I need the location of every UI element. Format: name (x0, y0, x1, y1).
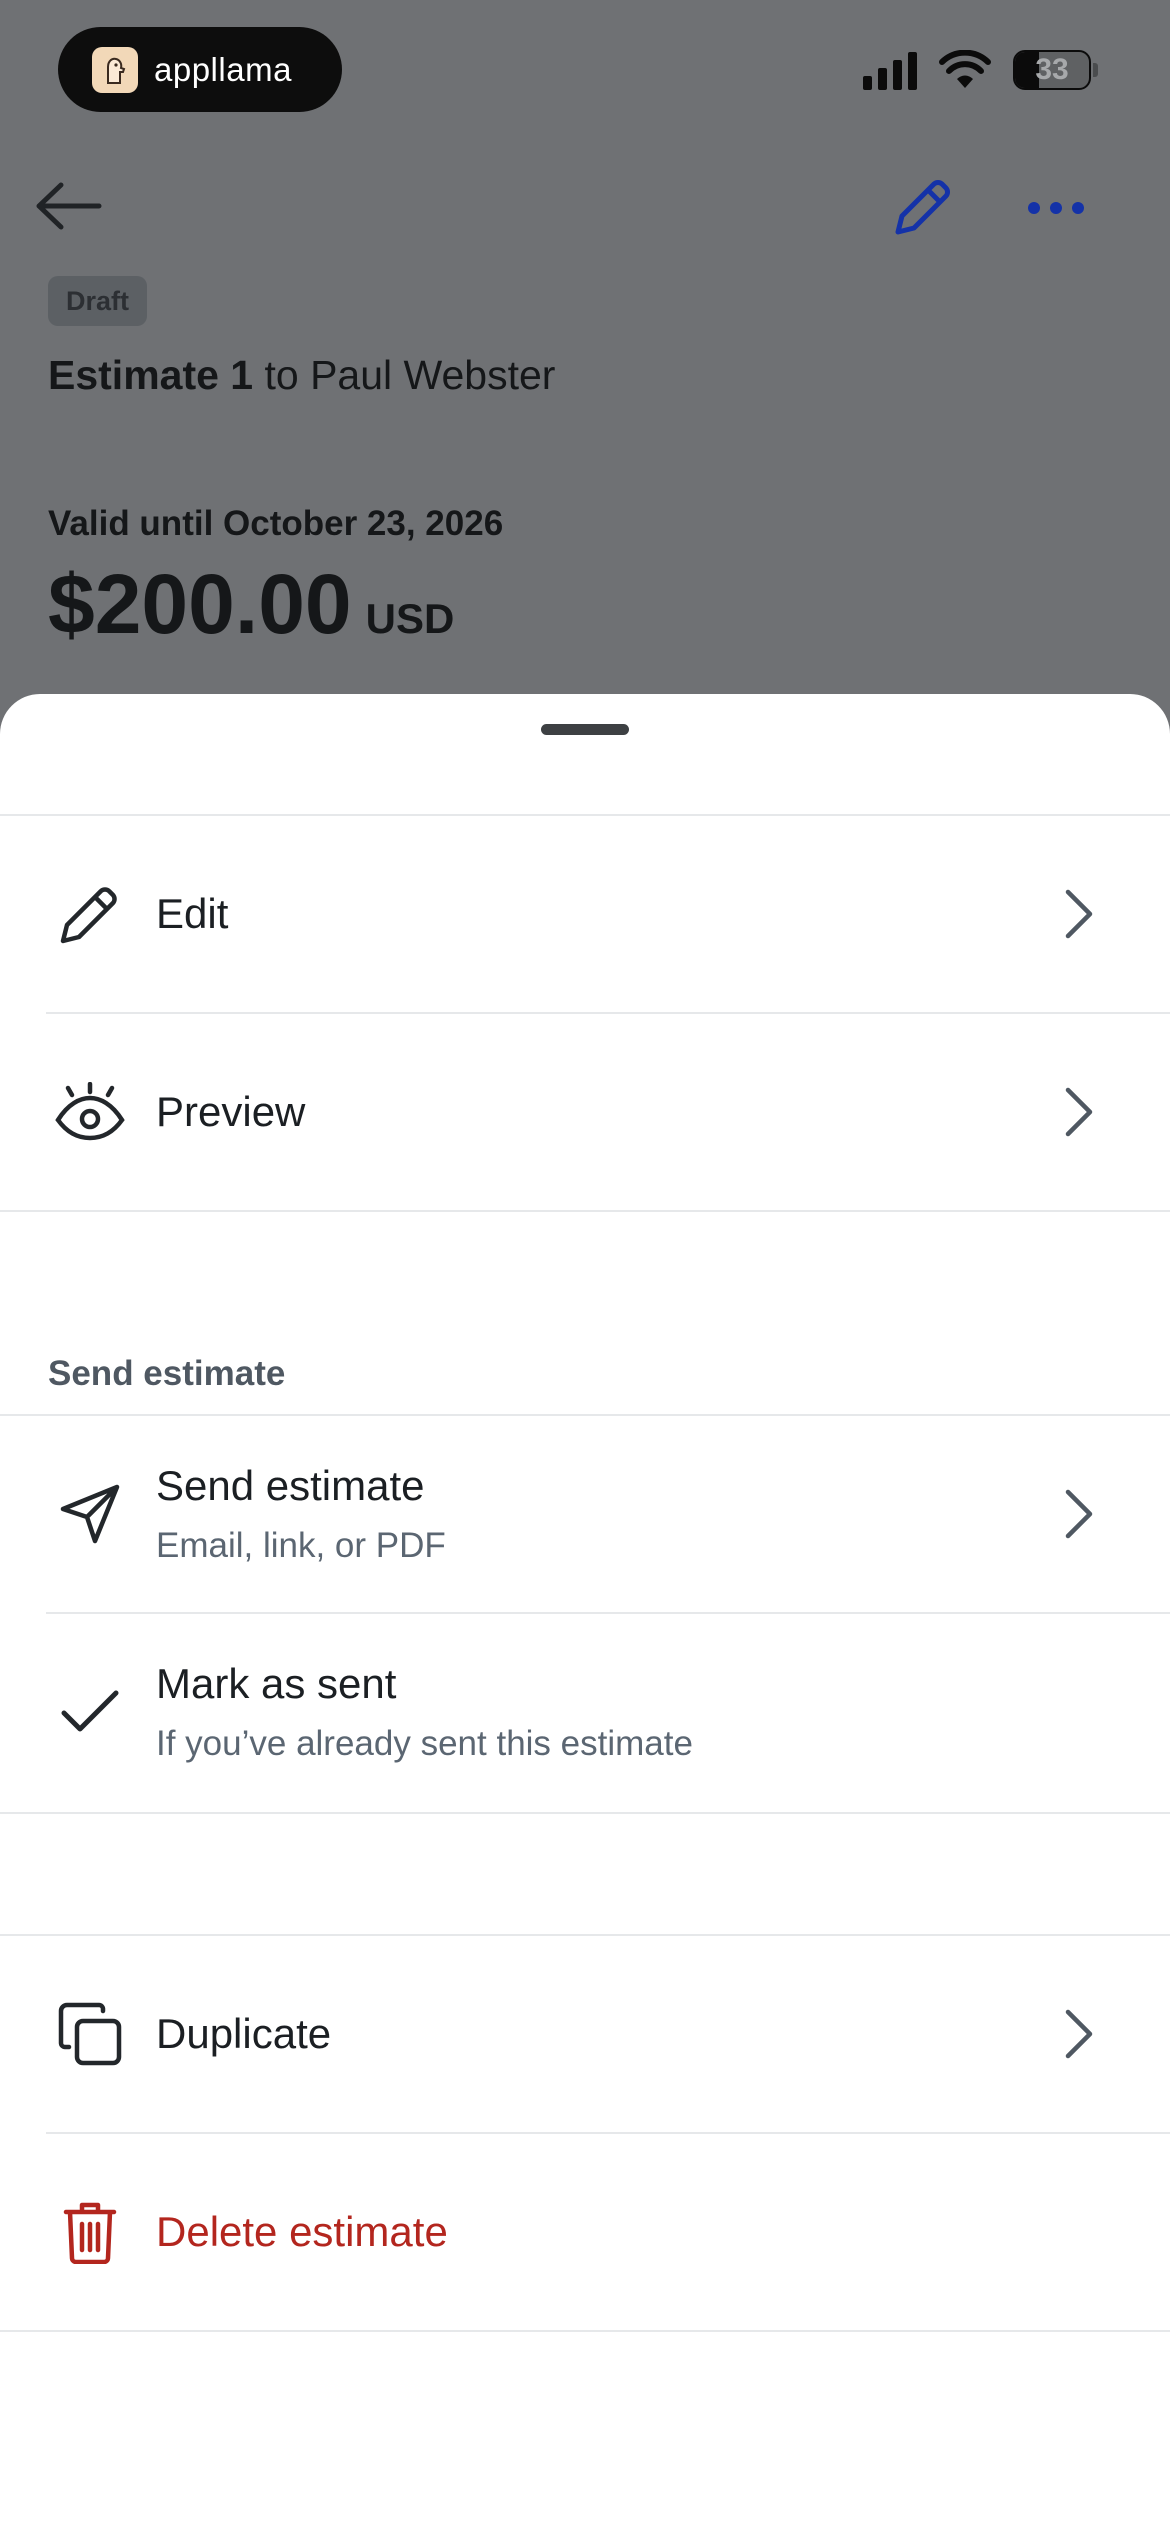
amount-value: $200.00 (48, 557, 352, 651)
check-icon (50, 1672, 130, 1752)
mark-as-sent-label: Mark as sent (156, 1660, 397, 1707)
more-horizontal-icon (1028, 202, 1084, 214)
send-estimate-label: Send estimate (156, 1462, 425, 1509)
estimate-number: Estimate 1 (48, 352, 254, 398)
estimate-detail-screen: appllama 33 Draft Estimate 1 to Paul Web… (0, 0, 1170, 760)
edit-label: Edit (156, 890, 229, 937)
send-section-title: Send estimate (48, 1354, 286, 1393)
duplicate-label: Duplicate (156, 2010, 332, 2057)
chevron-right-icon (1052, 1482, 1106, 1546)
chevron-right-icon (1052, 2002, 1106, 2066)
pencil-icon (895, 180, 950, 235)
preview-label: Preview (156, 1088, 306, 1135)
delete-estimate-label: Delete estimate (156, 2208, 448, 2255)
trash-icon (50, 2192, 130, 2272)
llama-logo-icon (92, 46, 138, 93)
app-pill: appllama (58, 27, 342, 112)
battery-level: 33 (1035, 53, 1069, 86)
edit-row[interactable]: Edit (0, 816, 1170, 1012)
delete-estimate-row[interactable]: Delete estimate (0, 2134, 1170, 2330)
estimate-recipient: to Paul Webster (253, 352, 556, 398)
divider (0, 1210, 1170, 1212)
mark-as-sent-text: Mark as sent If you’ve already sent this… (156, 1660, 693, 1764)
cellular-signal-icon (863, 50, 917, 90)
edit-button[interactable] (884, 168, 962, 246)
valid-until-date: Valid until October 23, 2026 (48, 504, 504, 543)
duplicate-icon (50, 1994, 130, 2074)
status-icons: 33 (863, 50, 1098, 90)
mark-as-sent-row[interactable]: Mark as sent If you’ve already sent this… (0, 1614, 1170, 1810)
send-estimate-row[interactable]: Send estimate Email, link, or PDF (0, 1416, 1170, 1612)
duplicate-row[interactable]: Duplicate (0, 1936, 1170, 2132)
sheet-grabber-handle[interactable] (541, 724, 629, 735)
send-icon (50, 1474, 130, 1554)
send-estimate-subtitle: Email, link, or PDF (156, 1526, 446, 1565)
arrow-left-icon (36, 182, 102, 230)
estimate-amount: $200.00 USD (48, 556, 454, 653)
app-name: appllama (154, 50, 292, 88)
pencil-icon (50, 874, 130, 954)
chevron-right-icon (1052, 1080, 1106, 1144)
chevron-right-icon (1052, 882, 1106, 946)
send-estimate-text: Send estimate Email, link, or PDF (156, 1462, 446, 1566)
more-options-button[interactable] (1016, 180, 1096, 236)
preview-row[interactable]: Preview (0, 1014, 1170, 1210)
wifi-icon (939, 50, 991, 88)
amount-currency: USD (365, 595, 455, 642)
mark-as-sent-subtitle: If you’ve already sent this estimate (156, 1724, 693, 1763)
eye-icon (50, 1072, 130, 1152)
estimate-title: Estimate 1 to Paul Webster (48, 352, 555, 399)
battery-icon: 33 (1013, 50, 1091, 90)
status-badge: Draft (48, 276, 148, 326)
back-button[interactable] (28, 176, 108, 236)
